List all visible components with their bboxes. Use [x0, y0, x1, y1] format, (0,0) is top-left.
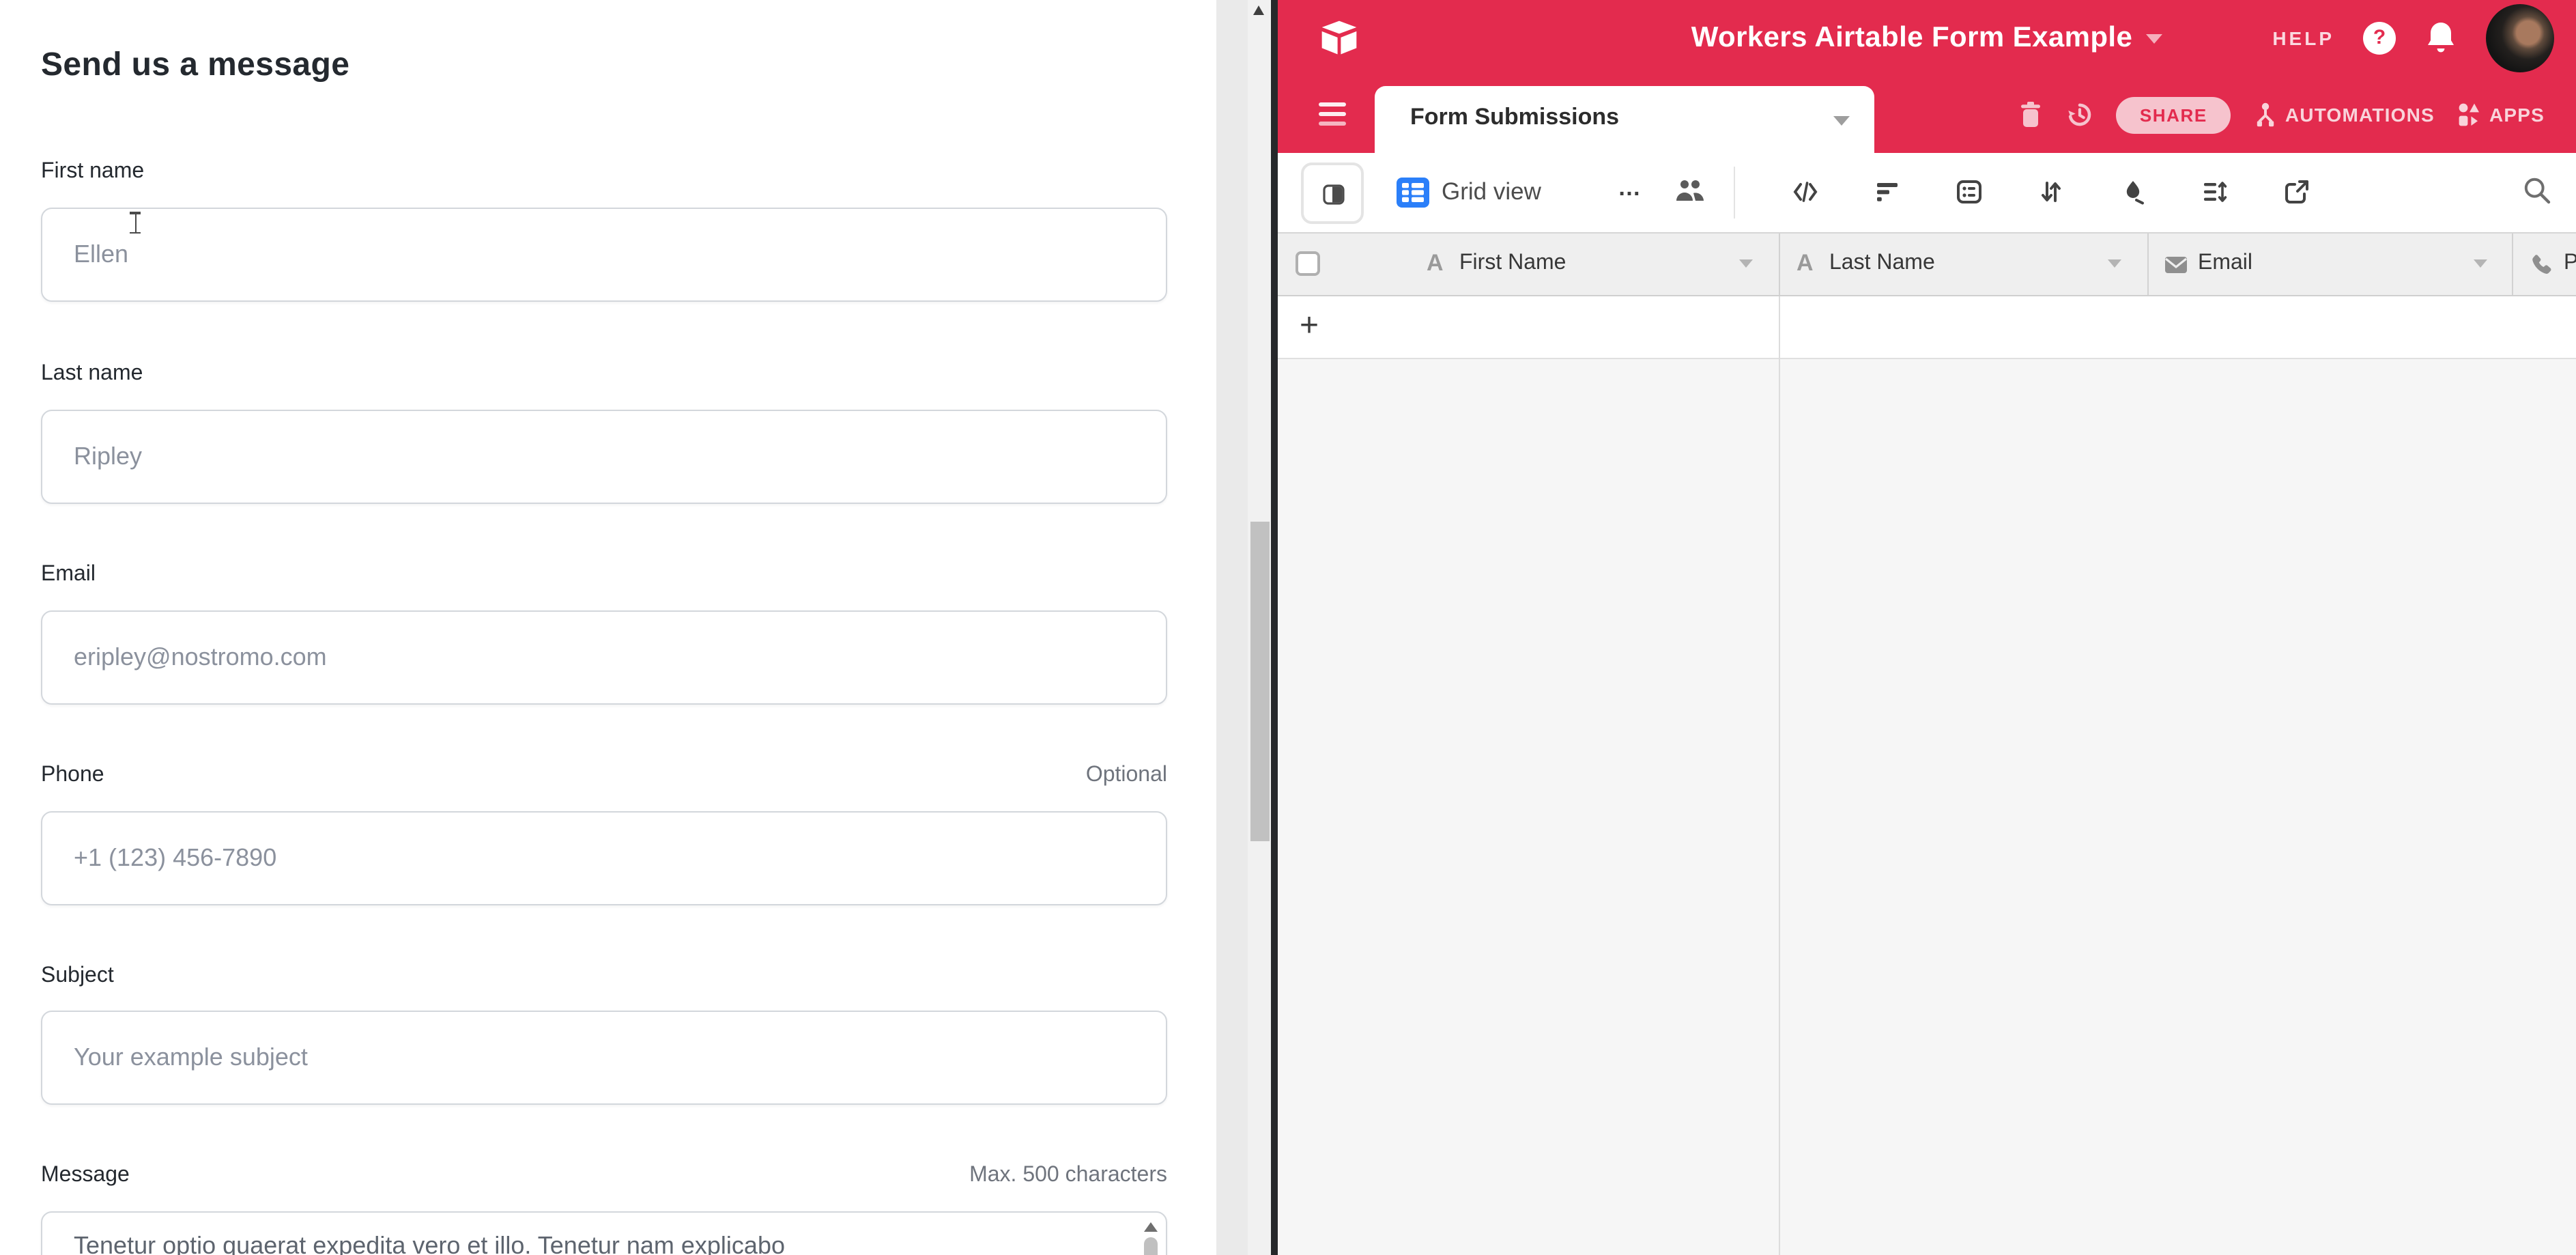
column-email-caret-icon[interactable]	[2474, 259, 2487, 268]
tabbar-actions: SHARE AUTOMATIONS	[2018, 76, 2545, 153]
grid-view-icon	[1397, 176, 1429, 209]
message-scrollbar[interactable]	[1143, 1219, 1159, 1255]
page-scrollbar[interactable]	[1248, 0, 1271, 1255]
scroll-up-arrow-icon[interactable]	[1253, 5, 1264, 15]
subject-row: Subject	[41, 964, 1167, 989]
subject-label: Subject	[41, 964, 114, 987]
automations-button[interactable]: AUTOMATIONS	[2254, 102, 2435, 128]
form-heading: Send us a message	[41, 46, 349, 85]
search-icon[interactable]	[2523, 176, 2551, 205]
share-button[interactable]: SHARE	[2117, 96, 2231, 133]
message-scroll-up-icon[interactable]	[1144, 1222, 1158, 1232]
last-name-label: Last name	[41, 362, 143, 385]
message-form-pane: Send us a message First name Last name E…	[0, 0, 1216, 1255]
column-first-name-caret-icon[interactable]	[1739, 259, 1753, 268]
notifications-bell-icon[interactable]	[2424, 20, 2457, 56]
message-label: Message	[41, 1164, 130, 1187]
help-question-icon[interactable]: ?	[2363, 22, 2396, 55]
add-row[interactable]: +	[1278, 296, 2576, 359]
screen: Send us a message First name Last name E…	[0, 0, 2576, 1255]
subject-input[interactable]	[41, 1011, 1167, 1105]
phone-field-icon	[2530, 253, 2554, 277]
column-divider	[1779, 234, 1780, 295]
help-button[interactable]: HELP	[2272, 27, 2334, 49]
message-text: Tenetur optio quaerat expedita vero et i…	[74, 1232, 1111, 1255]
base-title-caret-icon	[2146, 34, 2162, 44]
column-phone-clipped[interactable]: P	[2564, 251, 2576, 276]
share-view-icon[interactable]	[2284, 179, 2310, 205]
grid-column-header: A First Name A Last Name Email P	[1278, 232, 2576, 296]
primary-column-divider	[1779, 296, 1780, 1255]
column-last-name-caret-icon[interactable]	[2108, 259, 2121, 268]
view-more-options[interactable]: …	[1618, 175, 1642, 202]
user-avatar[interactable]	[2486, 4, 2554, 72]
sidebar-panel-icon	[1323, 184, 1345, 205]
airtable-tabbar: Form Submissions SHARE	[1278, 76, 2576, 153]
apps-button[interactable]: APPS	[2458, 102, 2545, 127]
first-name-label: First name	[41, 160, 144, 183]
collaborators-icon[interactable]	[1675, 178, 1705, 205]
text-cursor-icon	[128, 212, 142, 234]
hide-fields-icon[interactable]	[1792, 179, 1818, 205]
color-icon[interactable]	[2120, 179, 2146, 205]
email-field-icon	[2164, 253, 2188, 277]
text-field-icon: A	[1427, 250, 1444, 277]
group-icon[interactable]	[1956, 179, 1982, 205]
airtable-topbar: Workers Airtable Form Example HELP ?	[1278, 0, 2576, 76]
email-row: Email	[41, 563, 1167, 587]
automations-icon	[2254, 102, 2277, 128]
apps-icon	[2458, 102, 2481, 127]
phone-label: Phone	[41, 763, 104, 787]
topbar-actions: HELP ?	[2272, 0, 2554, 76]
view-toolbar: Grid view …	[1278, 153, 2576, 232]
message-scroll-thumb[interactable]	[1144, 1237, 1158, 1255]
window-divider	[1271, 0, 1278, 1255]
phone-input[interactable]	[41, 811, 1167, 905]
first-name-input[interactable]	[41, 208, 1167, 302]
window-gutter	[1216, 0, 1248, 1255]
message-textarea[interactable]: Tenetur optio quaerat expedita vero et i…	[41, 1211, 1167, 1255]
last-name-input[interactable]	[41, 410, 1167, 504]
filter-icon[interactable]	[1874, 179, 1900, 205]
column-first-name[interactable]: First Name	[1459, 251, 1566, 276]
email-input[interactable]	[41, 610, 1167, 705]
page-scroll-thumb[interactable]	[1250, 522, 1269, 841]
phone-row: Phone Optional	[41, 763, 1167, 788]
first-name-row: First name	[41, 160, 1167, 184]
tab-form-submissions[interactable]: Form Submissions	[1375, 86, 1874, 153]
history-icon[interactable]	[2067, 101, 2093, 128]
view-name[interactable]: Grid view	[1442, 178, 1541, 206]
select-all-checkbox[interactable]	[1296, 251, 1320, 276]
view-sidebar-toggle[interactable]	[1301, 163, 1364, 224]
tab-caret-icon	[1833, 116, 1850, 126]
message-max-hint: Max. 500 characters	[969, 1164, 1167, 1188]
column-divider	[2147, 234, 2149, 295]
column-email[interactable]: Email	[2198, 251, 2252, 276]
row-height-icon[interactable]	[2202, 179, 2228, 205]
hamburger-menu-icon[interactable]	[1319, 102, 1346, 127]
column-divider	[2512, 234, 2513, 295]
sort-icon[interactable]	[2038, 179, 2064, 205]
email-label: Email	[41, 563, 96, 586]
phone-optional-hint: Optional	[1086, 763, 1167, 788]
text-field-icon: A	[1797, 250, 1814, 277]
message-row: Message Max. 500 characters	[41, 1164, 1167, 1188]
column-last-name[interactable]: Last Name	[1829, 251, 1935, 276]
toolbar-divider	[1734, 167, 1735, 218]
trash-icon[interactable]	[2018, 101, 2044, 128]
last-name-row: Last name	[41, 362, 1167, 386]
airtable-window: Workers Airtable Form Example HELP ? For…	[1278, 0, 2576, 1255]
add-row-plus-icon[interactable]: +	[1300, 307, 1319, 346]
